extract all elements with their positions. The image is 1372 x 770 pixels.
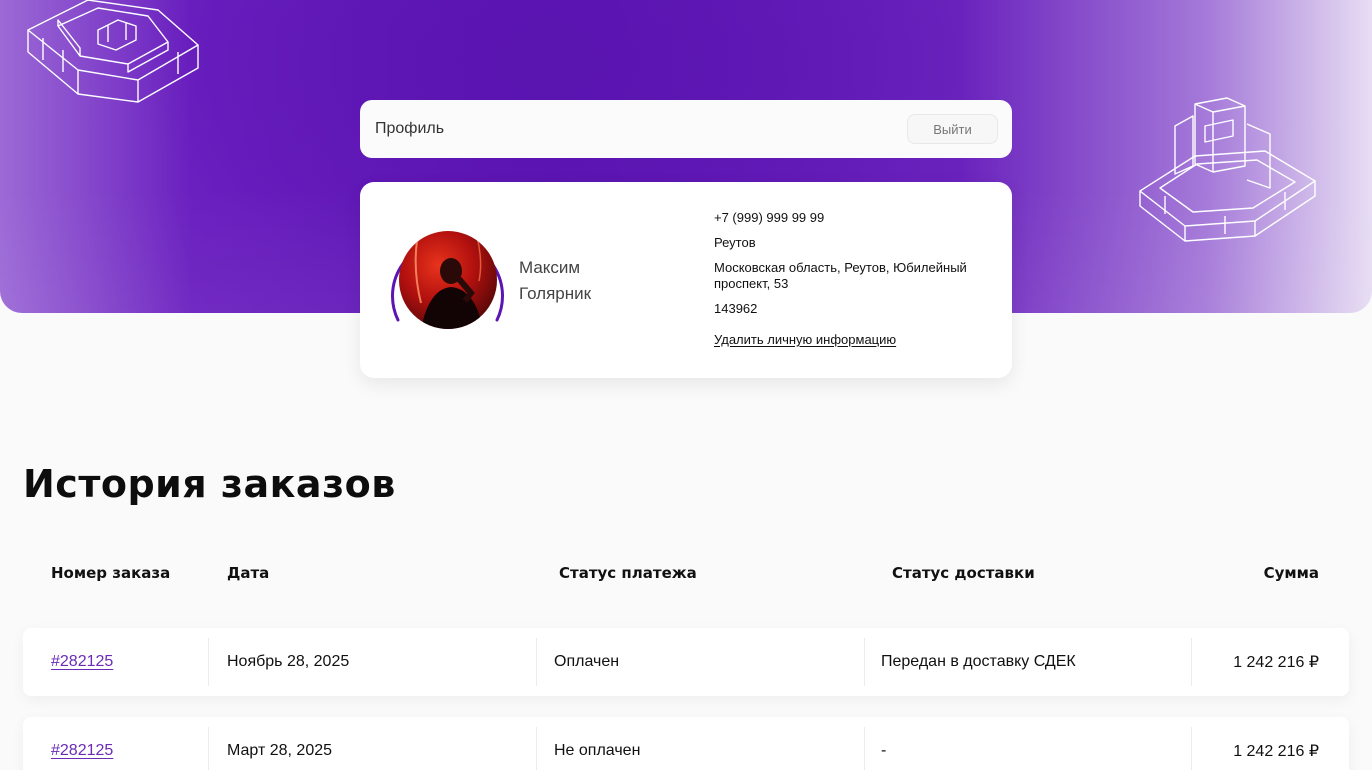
table-row: #282125 Март 28, 2025 Не оплачен - 1 242… <box>23 717 1349 770</box>
contact-info: +7 (999) 999 99 99 Реутов Московская обл… <box>714 210 994 348</box>
order-number-link[interactable]: #282125 <box>51 742 113 760</box>
keyboard-switch-illustration-right <box>1135 96 1320 266</box>
profile-card: Максим Голярник +7 (999) 999 99 99 Реуто… <box>360 182 1012 378</box>
address-value: Московская область, Реутов, Юбилейный пр… <box>714 260 967 291</box>
orders-table-header: Номер заказа Дата Статус платежа Статус … <box>0 564 1372 586</box>
city-value: Реутов <box>714 235 756 250</box>
delivery-status: Передан в доставку СДЕК <box>881 653 1076 670</box>
column-divider <box>1191 727 1192 770</box>
user-name: Максим Голярник <box>519 255 659 307</box>
user-first-name: Максим <box>519 258 581 277</box>
postal-code-value: 143962 <box>714 301 758 316</box>
column-divider <box>536 727 537 770</box>
order-number-link[interactable]: #282125 <box>51 653 113 671</box>
column-divider <box>864 727 865 770</box>
column-divider <box>1191 638 1192 686</box>
column-divider <box>536 638 537 686</box>
phone-value: +7 (999) 999 99 99 <box>714 210 825 225</box>
order-sum: 1 242 216 ₽ <box>1233 743 1319 760</box>
table-row: #282125 Ноябрь 28, 2025 Оплачен Передан … <box>23 628 1349 696</box>
avatar <box>399 231 497 329</box>
payment-status: Не оплачен <box>554 742 641 759</box>
column-divider <box>208 727 209 770</box>
column-divider <box>208 638 209 686</box>
column-header-delivery-status: Статус доставки <box>892 564 1035 582</box>
logout-button[interactable]: Выйти <box>907 114 998 144</box>
column-header-order-number: Номер заказа <box>51 564 171 582</box>
order-date: Март 28, 2025 <box>227 742 333 759</box>
order-sum: 1 242 216 ₽ <box>1233 654 1319 671</box>
profile-title: Профиль <box>375 120 445 137</box>
payment-status: Оплачен <box>554 653 620 670</box>
delivery-status: - <box>881 742 887 759</box>
delete-personal-info-link[interactable]: Удалить личную информацию <box>714 332 896 348</box>
column-header-payment-status: Статус платежа <box>559 564 697 582</box>
keyboard-switch-illustration-left <box>18 0 208 120</box>
user-last-name: Голярник <box>519 284 592 303</box>
column-divider <box>864 638 865 686</box>
column-header-date: Дата <box>227 564 270 582</box>
column-header-sum: Сумма <box>1263 564 1319 582</box>
order-history-title: История заказов <box>23 462 396 506</box>
order-date: Ноябрь 28, 2025 <box>227 653 350 670</box>
profile-header-bar: Профиль Выйти <box>360 100 1012 158</box>
